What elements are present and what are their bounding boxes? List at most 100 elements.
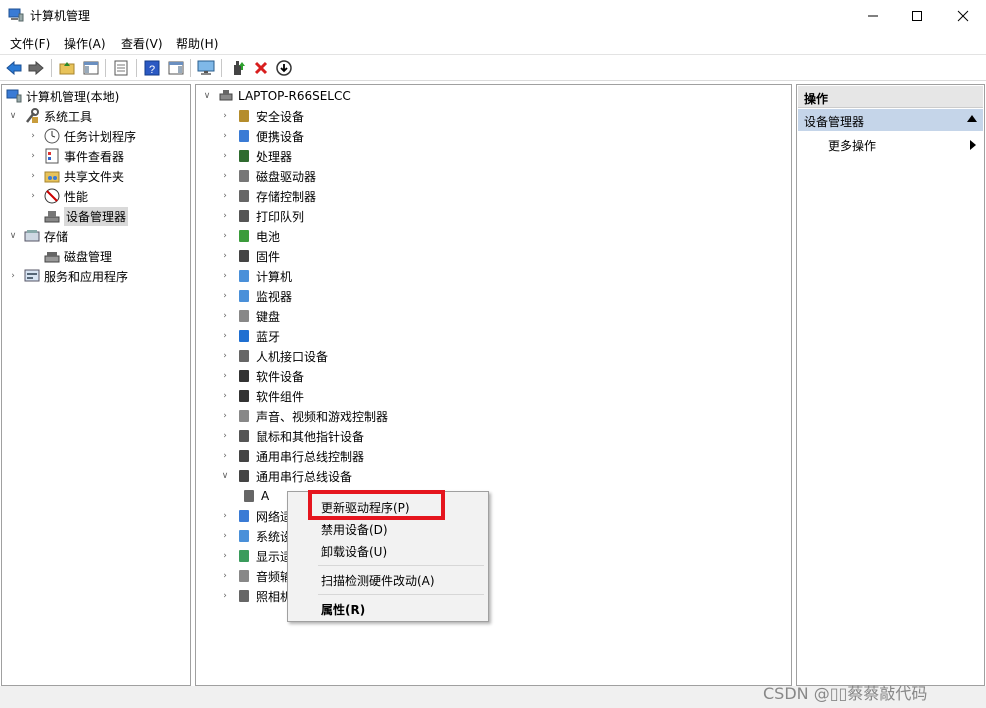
- minimize-button[interactable]: [850, 0, 896, 31]
- chevron-right-icon[interactable]: ›: [28, 131, 38, 141]
- device-category-item[interactable]: › 蓝牙: [220, 326, 280, 346]
- back-button[interactable]: [5, 59, 23, 77]
- chevron-right-icon[interactable]: ›: [220, 171, 230, 181]
- performance-icon: [44, 188, 60, 204]
- maximize-button[interactable]: [894, 0, 940, 31]
- device-category-item[interactable]: › 人机接口设备: [220, 346, 328, 366]
- chevron-right-icon[interactable]: ›: [8, 271, 18, 281]
- forward-button[interactable]: [27, 59, 45, 77]
- device-category-item[interactable]: › 处理器: [220, 146, 292, 166]
- up-folder-button[interactable]: [58, 59, 76, 77]
- more-actions-link[interactable]: 更多操作: [828, 137, 876, 154]
- device-category-label: 磁盘驱动器: [256, 169, 317, 184]
- chevron-right-icon[interactable]: ›: [220, 331, 230, 341]
- chevron-right-icon[interactable]: ›: [220, 251, 230, 261]
- chevron-right-icon[interactable]: ›: [220, 151, 230, 161]
- chevron-right-icon[interactable]: ›: [220, 451, 230, 461]
- menu-view[interactable]: 查看(V): [121, 35, 163, 52]
- close-button[interactable]: [940, 0, 986, 31]
- device-category-item[interactable]: › 音频输: [220, 566, 292, 586]
- device-category-item[interactable]: › 鼠标和其他指针设备: [220, 426, 364, 446]
- chevron-right-icon[interactable]: ›: [220, 291, 230, 301]
- tree-item-device-manager[interactable]: 设备管理器: [44, 206, 129, 226]
- device-category-item[interactable]: › 计算机: [220, 266, 292, 286]
- collapse-up-icon[interactable]: [967, 115, 977, 122]
- device-category-item[interactable]: › 磁盘驱动器: [220, 166, 316, 186]
- device-category-item[interactable]: › 照相机: [220, 586, 292, 606]
- device-category-item[interactable]: › 显示适: [220, 546, 292, 566]
- chevron-down-icon[interactable]: ∨: [8, 111, 18, 121]
- show-tree-button[interactable]: [82, 59, 100, 77]
- device-category-item[interactable]: › 固件: [220, 246, 280, 266]
- chevron-right-icon[interactable]: ›: [220, 211, 230, 221]
- tree-item-storage[interactable]: ∨ 存储: [8, 226, 68, 246]
- menu-action[interactable]: 操作(A): [64, 35, 106, 52]
- device-category-item[interactable]: › 软件组件: [220, 386, 304, 406]
- chevron-right-icon[interactable]: ›: [220, 351, 230, 361]
- chevron-right-icon[interactable]: ›: [220, 411, 230, 421]
- device-category-item[interactable]: › 存储控制器: [220, 186, 316, 206]
- chevron-right-icon[interactable]: ›: [220, 531, 230, 541]
- tree-item-shared-folders[interactable]: › 共享文件夹: [28, 166, 124, 186]
- chevron-right-icon[interactable]: ›: [220, 231, 230, 241]
- chevron-down-icon[interactable]: ∨: [202, 91, 212, 101]
- tree-item-event-viewer[interactable]: › 事件查看器: [28, 146, 124, 166]
- chevron-right-icon[interactable]: ›: [220, 511, 230, 521]
- device-category-item[interactable]: › 通用串行总线控制器: [220, 446, 364, 466]
- properties-toolbar-button[interactable]: [112, 59, 130, 77]
- chevron-right-icon[interactable]: ›: [220, 591, 230, 601]
- tree-item-task-scheduler[interactable]: › 任务计划程序: [28, 126, 136, 146]
- tree-item-services-apps[interactable]: › 服务和应用程序: [8, 266, 128, 286]
- uninstall-toolbar-button[interactable]: [252, 59, 270, 77]
- device-category-item[interactable]: › 监视器: [220, 286, 292, 306]
- monitor-toolbar-button[interactable]: [197, 59, 215, 77]
- context-scan-hardware[interactable]: 扫描检测硬件改动(A): [321, 572, 435, 589]
- chevron-right-icon[interactable]: ›: [220, 431, 230, 441]
- device-category-item[interactable]: › 安全设备: [220, 106, 304, 126]
- tree-root-computer[interactable]: ∨ LAPTOP-R66SELCC: [202, 86, 351, 106]
- chevron-right-icon[interactable]: ›: [28, 151, 38, 161]
- context-disable-device[interactable]: 禁用设备(D): [321, 521, 388, 538]
- device-category-label: 声音、视频和游戏控制器: [256, 409, 389, 424]
- chevron-right-icon[interactable]: ›: [28, 191, 38, 201]
- tree-item-disk-management[interactable]: 磁盘管理: [44, 246, 112, 266]
- tree-item-system-tools[interactable]: ∨ 系统工具: [8, 106, 92, 126]
- device-category-item[interactable]: › 打印队列: [220, 206, 304, 226]
- device-category-item[interactable]: › 声音、视频和游戏控制器: [220, 406, 388, 426]
- chevron-right-icon[interactable]: ›: [28, 171, 38, 181]
- device-category-item[interactable]: › 键盘: [220, 306, 280, 326]
- chevron-right-icon[interactable]: ›: [220, 371, 230, 381]
- update-driver-toolbar-button[interactable]: [229, 59, 247, 77]
- device-category-item[interactable]: › 便携设备: [220, 126, 304, 146]
- console-tree-icon: [83, 61, 99, 75]
- help-button[interactable]: ?: [143, 59, 161, 77]
- show-action-pane-button[interactable]: [167, 59, 185, 77]
- device-category-item[interactable]: › 网络适: [220, 506, 292, 526]
- device-category-item[interactable]: › 软件设备: [220, 366, 304, 386]
- actions-section-device-manager[interactable]: 设备管理器: [798, 109, 983, 131]
- device-category-item[interactable]: › 系统设: [220, 526, 292, 546]
- chevron-down-icon[interactable]: ∨: [220, 471, 230, 481]
- chevron-right-icon[interactable]: ›: [220, 271, 230, 281]
- chevron-right-icon[interactable]: ›: [220, 111, 230, 121]
- menu-file[interactable]: 文件(F): [10, 35, 50, 52]
- chevron-right-icon[interactable]: ›: [220, 191, 230, 201]
- console-tree-pane: 计算机管理(本地) ∨ 系统工具 › 任务计划程序 › 事件查看器 › 共享文件…: [1, 84, 191, 686]
- enable-device-toolbar-button[interactable]: [275, 59, 293, 77]
- actions-header: 操作: [798, 86, 983, 108]
- menu-help[interactable]: 帮助(H): [176, 35, 218, 52]
- tree-item-computer-management[interactable]: 计算机管理(本地): [6, 86, 119, 106]
- chevron-down-icon[interactable]: ∨: [8, 231, 18, 241]
- chevron-right-icon[interactable]: ›: [220, 391, 230, 401]
- chevron-right-icon[interactable]: ›: [220, 571, 230, 581]
- context-properties[interactable]: 属性(R): [321, 601, 365, 618]
- context-uninstall-device[interactable]: 卸载设备(U): [321, 543, 387, 560]
- device-category-item[interactable]: ∨ 通用串行总线设备: [220, 466, 352, 486]
- chevron-right-icon[interactable]: ›: [220, 551, 230, 561]
- chevron-right-icon[interactable]: ›: [220, 131, 230, 141]
- chevron-right-icon[interactable]: ›: [220, 311, 230, 321]
- camera-icon: [236, 588, 252, 604]
- device-category-item[interactable]: A: [241, 486, 269, 506]
- tree-item-performance[interactable]: › 性能: [28, 186, 88, 206]
- device-category-item[interactable]: › 电池: [220, 226, 280, 246]
